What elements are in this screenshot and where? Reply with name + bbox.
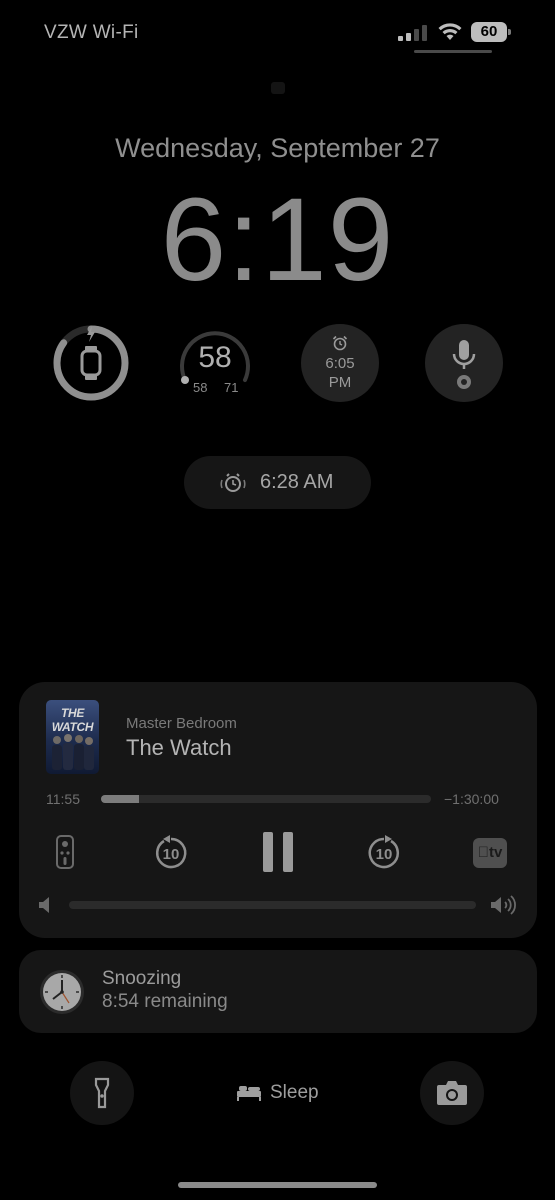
alarm-widget-time: 6:05 PM	[301, 354, 379, 392]
snooze-remaining: 8:54 remaining	[102, 991, 228, 1012]
volume-min-icon	[39, 897, 49, 913]
lock-time: 6:19	[160, 174, 395, 306]
chrome-icon	[457, 375, 471, 389]
volume-max-icon	[491, 895, 516, 915]
lock-icon	[271, 82, 285, 94]
flashlight-button[interactable]	[70, 1061, 134, 1125]
playback-scrubber[interactable]	[101, 795, 431, 803]
volume-slider[interactable]	[69, 901, 476, 909]
album-artwork[interactable]: THE WATCH	[46, 700, 99, 774]
alarm-widget[interactable]: 6:05 PM	[301, 324, 379, 402]
playback-device: Master Bedroom	[126, 715, 237, 732]
apple-tv-logo: tv	[478, 844, 503, 861]
remaining-time: −1:30:00	[444, 791, 499, 807]
temperature-high: 71	[224, 380, 239, 395]
apple-watch-charging-icon	[53, 325, 129, 401]
current-temperature: 58	[198, 341, 232, 374]
microphone-icon	[452, 340, 476, 389]
carrier-label: VZW Wi-Fi	[44, 22, 139, 43]
artwork-figures	[52, 734, 94, 770]
apple-tv-app-button[interactable]: tv	[473, 838, 507, 868]
camera-icon	[437, 1081, 467, 1105]
lock-date: Wednesday, September 27	[115, 133, 440, 163]
elapsed-time: 11:55	[46, 791, 80, 807]
cellular-signal-icon	[398, 25, 427, 41]
next-alarm-pill[interactable]: 6:28 AM	[184, 456, 371, 509]
alarm-clock-icon	[332, 335, 348, 351]
battery-level: 60	[480, 23, 498, 40]
clock-app-icon	[40, 970, 84, 1014]
alarm-widget-period: PM	[328, 374, 352, 391]
skip-forward-10-button[interactable]: 10	[366, 835, 402, 871]
assistant-widget[interactable]	[425, 324, 503, 402]
snooze-notification[interactable]	[19, 950, 537, 1033]
skip-back-seconds: 10	[162, 846, 180, 863]
camera-button[interactable]	[420, 1061, 484, 1125]
next-alarm-time: 6:28 AM	[260, 471, 334, 493]
temperature-low: 58	[193, 380, 208, 395]
flashlight-icon	[94, 1077, 110, 1109]
snooze-title: Snoozing	[102, 968, 182, 989]
bed-icon	[237, 1086, 261, 1101]
pause-button[interactable]	[262, 831, 294, 873]
control-center-indicator[interactable]	[414, 50, 492, 53]
battery-indicator: 60	[471, 22, 511, 42]
alarm-widget-hour: 6:05	[325, 355, 355, 372]
alarm-clock-icon	[220, 473, 246, 492]
remote-icon[interactable]	[56, 835, 74, 869]
wifi-icon	[438, 23, 462, 40]
home-indicator[interactable]	[178, 1182, 377, 1188]
scrubber-progress	[101, 795, 139, 803]
media-title: The Watch	[126, 735, 232, 760]
sleep-mode-label[interactable]: Sleep	[270, 1082, 319, 1104]
weather-widget[interactable]: 58 58 71	[176, 324, 254, 402]
skip-forward-seconds: 10	[375, 846, 393, 863]
watch-battery-widget[interactable]	[52, 324, 130, 402]
skip-back-10-button[interactable]: 10	[153, 835, 189, 871]
